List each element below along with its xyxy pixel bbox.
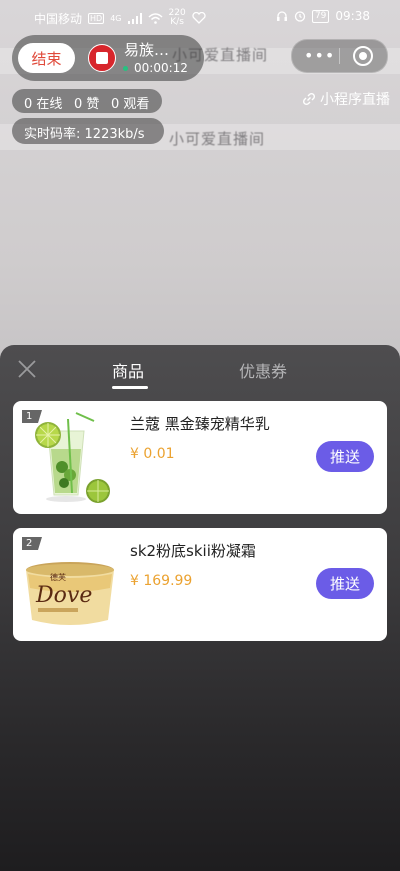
- signal-icon: [127, 12, 142, 24]
- dove-cn-logo: 德芙: [50, 572, 66, 582]
- product-sheet: 商品 优惠券 1 兰蔻 黑金臻宠精华乳 ¥ 0.01 推送 德芙 Dove 2 …: [0, 345, 400, 871]
- hd-badge: HD: [88, 12, 105, 24]
- battery-indicator: 79: [311, 9, 330, 23]
- heartbeat-icon: [192, 12, 206, 24]
- product-price: ¥ 169.99: [130, 573, 193, 589]
- headphones-icon: [276, 11, 287, 21]
- signal-type: 4G: [110, 13, 122, 23]
- more-icon[interactable]: •••: [304, 46, 335, 65]
- wifi-icon: [147, 12, 163, 24]
- host-info-pill: 结束 易族… 00:00:12: [12, 35, 204, 81]
- status-bar: 中国移动 HD 4G 220 K/s 79 09:38: [0, 0, 400, 34]
- mini-program-capsule: •••: [291, 39, 388, 73]
- stats-pill: 0 在线 0 赞 0 观看: [12, 89, 162, 113]
- view-count: 0 观看: [111, 97, 150, 112]
- mini-program-live-label: 小程序直播: [320, 92, 390, 108]
- carrier-label: 中国移动: [34, 11, 83, 26]
- product-card[interactable]: 德芙 Dove 2 sk2粉底skii粉凝霜 ¥ 169.99 推送: [13, 528, 387, 641]
- close-icon[interactable]: [16, 358, 38, 380]
- tab-coupons[interactable]: 优惠券: [239, 358, 287, 382]
- dove-chocolate-icon: 德芙 Dove: [24, 536, 116, 632]
- close-mini-program-icon[interactable]: [353, 46, 373, 66]
- product-title: 兰蔻 黑金臻宠精华乳: [130, 415, 270, 433]
- bitrate-pill: 实时码率: 1223kb/s: [12, 118, 164, 144]
- online-count: 0 在线: [24, 97, 63, 112]
- active-tab-indicator: [112, 386, 148, 389]
- product-title: sk2粉底skii粉凝霜: [130, 542, 256, 560]
- push-button[interactable]: 推送: [316, 441, 374, 472]
- capsule-divider: [339, 48, 340, 64]
- clock: 09:38: [335, 9, 370, 23]
- link-icon: [302, 92, 316, 106]
- bitrate-text: 实时码率: 1223kb/s: [24, 127, 145, 142]
- dove-logo: Dove: [35, 583, 92, 608]
- tab-goods[interactable]: 商品: [112, 358, 144, 382]
- like-count: 0 赞: [74, 97, 100, 112]
- push-button[interactable]: 推送: [316, 568, 374, 599]
- product-price: ¥ 0.01: [130, 446, 175, 462]
- shop-logo-icon: [96, 52, 108, 64]
- net-speed: 220 K/s: [168, 8, 186, 27]
- live-indicator-dot: [123, 66, 128, 71]
- host-name: 易族…: [124, 41, 170, 59]
- product-card[interactable]: 1 兰蔻 黑金臻宠精华乳 ¥ 0.01 推送: [13, 401, 387, 514]
- background-watermark-2: 小可爱直播间: [169, 130, 266, 148]
- end-live-button[interactable]: 结束: [18, 43, 75, 73]
- avatar[interactable]: [88, 44, 116, 72]
- mini-program-live-link[interactable]: 小程序直播: [302, 89, 390, 109]
- mojito-drink-icon: [24, 409, 116, 505]
- live-timer: 00:00:12: [134, 61, 188, 75]
- alarm-icon: [294, 11, 306, 22]
